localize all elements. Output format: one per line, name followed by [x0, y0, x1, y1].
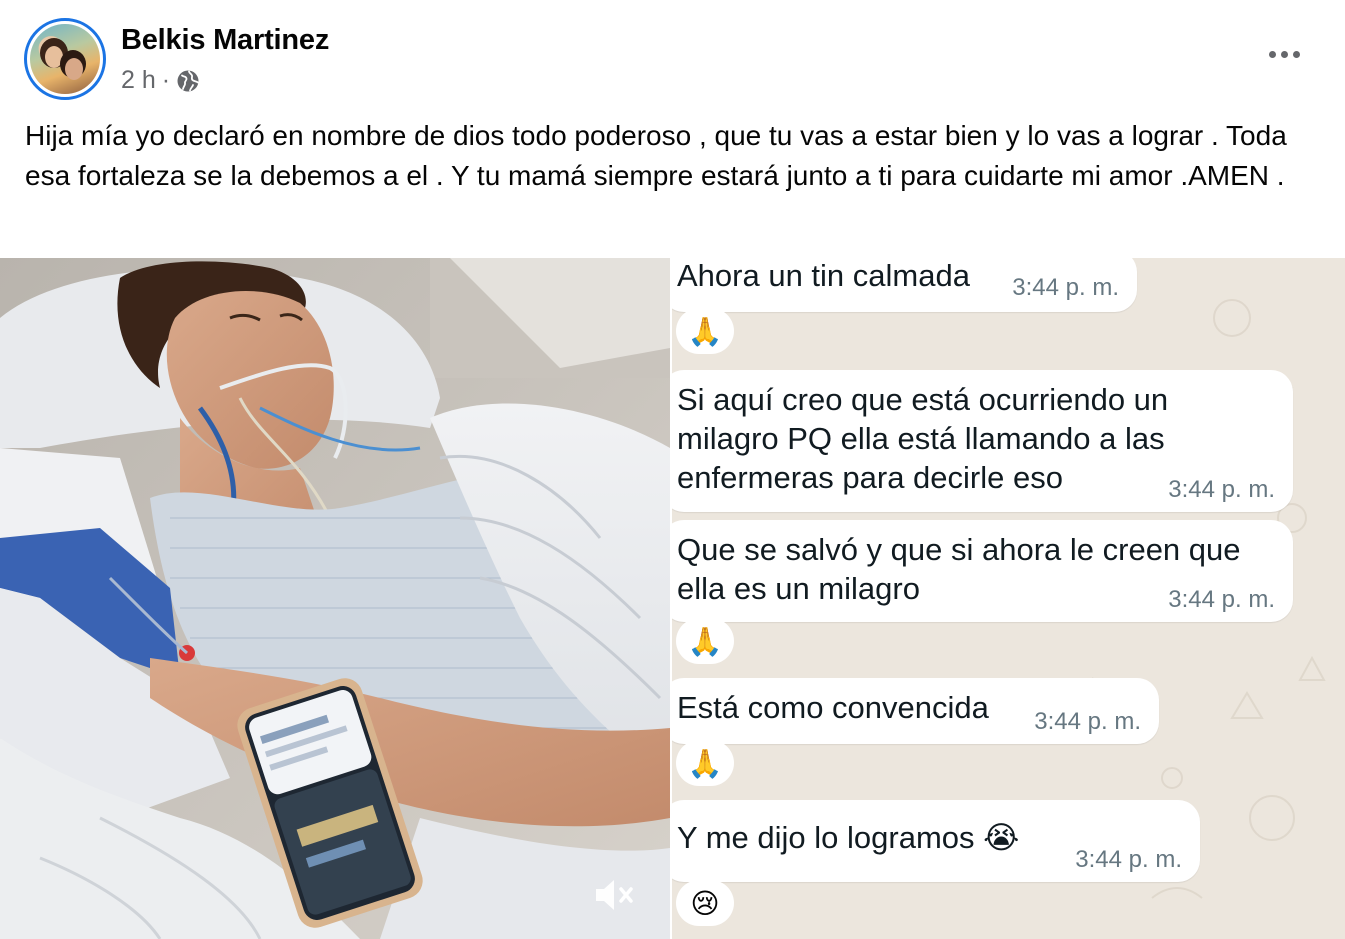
hospital-photo-illustration [0, 258, 670, 939]
message-text: Si aquí creo que está ocurriendo un mila… [677, 382, 1169, 495]
meta-separator: · [161, 66, 171, 94]
more-options-dot [1280, 50, 1288, 58]
post-caption: Hija mía yo declaró en nombre de dios to… [25, 120, 1287, 191]
more-options-button[interactable] [1262, 40, 1306, 68]
more-options-icon [1268, 50, 1276, 58]
message-text: Y me dijo lo logramos 😭 [677, 820, 1020, 855]
message-reaction: 😢 [676, 880, 734, 926]
message-reaction: 🙏 [676, 740, 734, 786]
more-options-dot [1292, 50, 1300, 58]
speaker-muted-icon[interactable] [592, 872, 638, 918]
message-time: 3:44 p. m. [1034, 708, 1141, 735]
post-meta: 2 h · [121, 66, 200, 95]
avatar-face-right [65, 58, 83, 80]
chat-screenshot: Ahora un tin calmada 3:44 p. m. 🙏 Si aqu… [670, 258, 1345, 939]
chat-message: Ahora un tin calmada 3:44 p. m. [672, 258, 1137, 312]
author-name[interactable]: Belkis Martinez [121, 24, 329, 57]
hospital-photo[interactable] [0, 258, 670, 939]
chat-message: Si aquí creo que está ocurriendo un mila… [672, 370, 1293, 512]
post-header: Belkis Martinez 2 h · [0, 0, 1345, 112]
message-text: Está como convencida [677, 690, 989, 725]
author-avatar[interactable] [24, 18, 106, 100]
chat-message: Que se salvó y que si ahora le creen que… [672, 520, 1293, 622]
globe-icon[interactable] [176, 69, 200, 93]
chat-message: Está como convencida 3:44 p. m. [672, 678, 1159, 744]
message-time: 3:44 p. m. [1075, 846, 1182, 873]
post-time[interactable]: 2 h [121, 66, 156, 95]
message-time: 3:44 p. m. [1012, 274, 1119, 301]
message-text: Que se salvó y que si ahora le creen que… [677, 532, 1241, 606]
avatar-image [30, 24, 100, 94]
message-text: Ahora un tin calmada [677, 258, 970, 293]
post-media[interactable]: Ahora un tin calmada 3:44 p. m. 🙏 Si aqu… [0, 258, 1345, 939]
message-reaction: 🙏 [676, 618, 734, 664]
message-time: 3:44 p. m. [1168, 586, 1275, 613]
message-time: 3:44 p. m. [1168, 476, 1275, 503]
message-reaction: 🙏 [676, 308, 734, 354]
chat-message: Y me dijo lo logramos 😭 3:44 p. m. [672, 800, 1200, 882]
